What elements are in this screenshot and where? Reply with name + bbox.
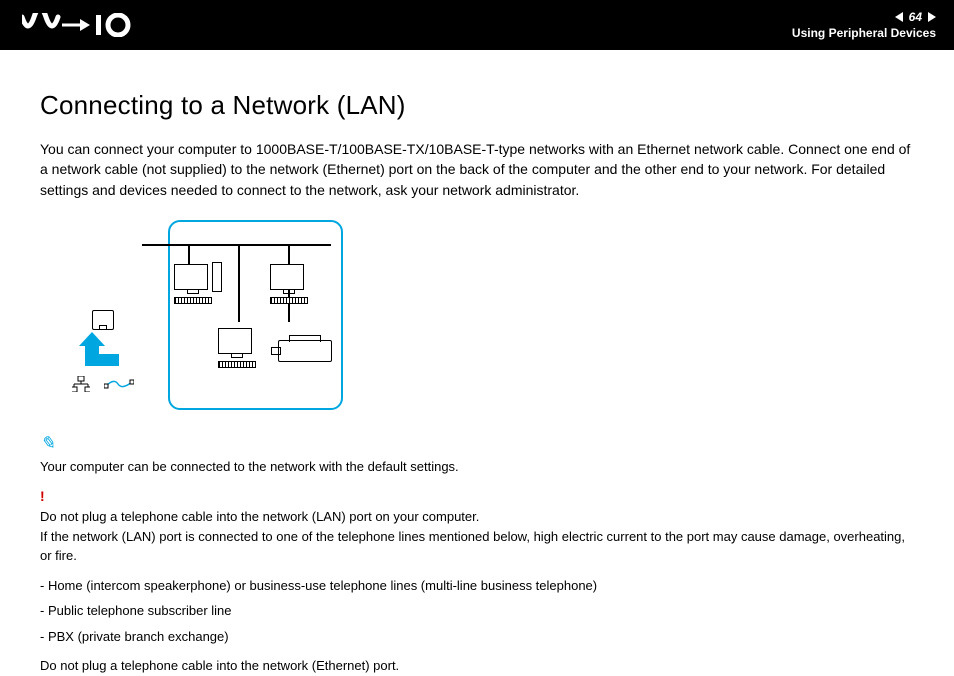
page-header: 64 Using Peripheral Devices	[0, 0, 954, 50]
cable-icon	[104, 376, 134, 395]
desktop-computer-icon	[270, 264, 316, 304]
prev-page-arrow-icon[interactable]	[895, 12, 903, 22]
note-default-text: Your computer can be connected to the ne…	[40, 459, 459, 474]
network-topology-icon	[72, 376, 90, 395]
page-number: 64	[909, 10, 922, 24]
notes-section: ✎ Your computer can be connected to the …	[40, 430, 914, 676]
page-content: Connecting to a Network (LAN) You can co…	[0, 50, 954, 676]
printer-icon	[278, 340, 332, 362]
warning-bullet: - Home (intercom speakerphone) or busine…	[40, 576, 914, 596]
page-title: Connecting to a Network (LAN)	[40, 90, 914, 121]
lan-network-illustration	[168, 220, 343, 410]
next-page-arrow-icon[interactable]	[928, 12, 936, 22]
page-navigator: 64	[895, 10, 936, 24]
desktop-computer-icon	[218, 328, 264, 368]
network-diagram	[72, 220, 914, 410]
warning-line1: Do not plug a telephone cable into the n…	[40, 509, 479, 524]
vaio-logo	[22, 13, 132, 37]
final-note: Do not plug a telephone cable into the n…	[40, 656, 914, 676]
ethernet-port-icon	[92, 310, 114, 330]
intro-paragraph: You can connect your computer to 1000BAS…	[40, 139, 914, 200]
warning-bullet: - Public telephone subscriber line	[40, 601, 914, 621]
warning-bullet: - PBX (private branch exchange)	[40, 627, 914, 647]
section-title: Using Peripheral Devices	[792, 26, 936, 40]
up-arrow-icon	[85, 344, 99, 366]
tower-icon	[212, 262, 222, 292]
note-pencil-icon: ✎	[40, 433, 55, 453]
warning-line2: If the network (LAN) port is connected t…	[40, 529, 905, 564]
warning-icon: !	[40, 488, 45, 504]
